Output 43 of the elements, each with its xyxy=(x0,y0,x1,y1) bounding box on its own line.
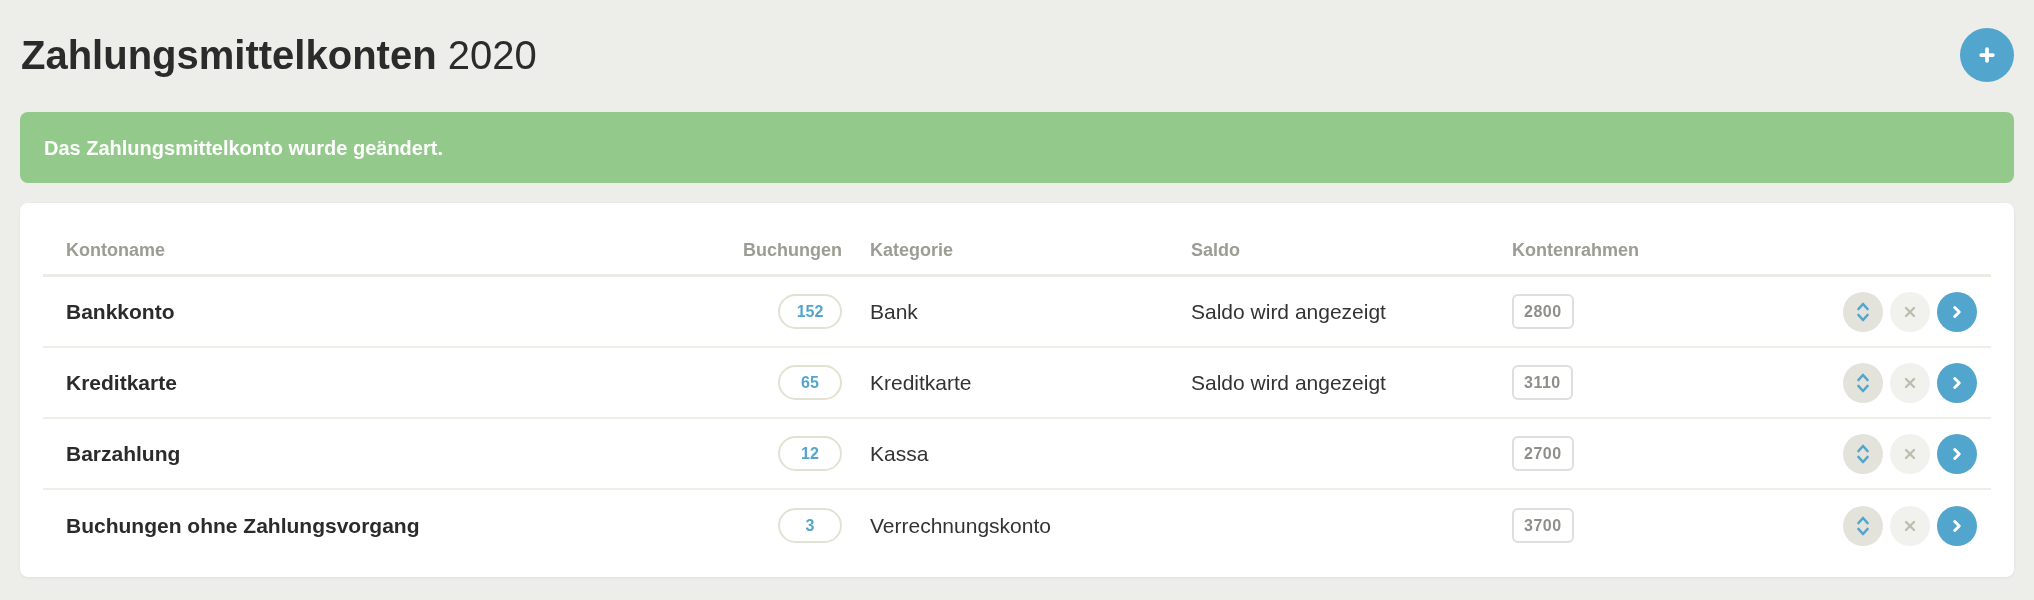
column-header: Kategorie xyxy=(870,240,954,260)
delete-button[interactable] xyxy=(1890,362,1930,403)
column-header: Buchungen xyxy=(743,240,842,260)
booking-count: 12 xyxy=(778,436,842,471)
category: Verrechnungskonto xyxy=(870,513,1051,537)
reorder-button[interactable] xyxy=(1843,433,1883,474)
page-title: Zahlungsmittelkonten 2020 xyxy=(20,32,537,79)
up-down-chevrons-icon xyxy=(1857,443,1869,464)
reorder-button[interactable] xyxy=(1843,291,1883,332)
column-header: Kontenrahmen xyxy=(1512,240,1639,260)
column-header: Kontoname xyxy=(66,240,165,260)
delete-button[interactable] xyxy=(1890,291,1930,332)
account-name: Buchungen ohne Zahlungsvorgang xyxy=(66,513,420,537)
success-alert: Das Zahlungsmittelkonto wurde geändert. xyxy=(20,112,2014,183)
balance-text: Saldo wird angezeigt xyxy=(1191,370,1386,394)
booking-count: 152 xyxy=(778,294,842,329)
account-name: Kreditkarte xyxy=(66,370,177,394)
add-button[interactable] xyxy=(1960,28,2014,82)
balance-text: Saldo wird angezeigt xyxy=(1191,299,1386,323)
up-down-chevrons-icon xyxy=(1857,301,1869,322)
open-button[interactable] xyxy=(1937,433,1977,474)
account-number: 3110 xyxy=(1512,365,1573,400)
plus-icon xyxy=(1977,45,1997,65)
category: Kassa xyxy=(870,441,929,465)
open-button[interactable] xyxy=(1937,505,1977,546)
category: Bank xyxy=(870,299,918,323)
up-down-chevrons-icon xyxy=(1857,515,1869,536)
delete-button[interactable] xyxy=(1890,505,1930,546)
open-button[interactable] xyxy=(1937,362,1977,403)
delete-button[interactable] xyxy=(1890,433,1930,474)
reorder-button[interactable] xyxy=(1843,505,1883,546)
account-number: 3700 xyxy=(1512,508,1574,543)
booking-count: 3 xyxy=(778,508,842,543)
account-name: Barzahlung xyxy=(66,441,181,465)
reorder-button[interactable] xyxy=(1843,362,1883,403)
account-name: Bankkonto xyxy=(66,299,175,323)
account-number: 2700 xyxy=(1512,436,1574,471)
account-number: 2800 xyxy=(1512,294,1574,329)
booking-count: 65 xyxy=(778,365,842,400)
category: Kreditkarte xyxy=(870,370,972,394)
open-button[interactable] xyxy=(1937,291,1977,332)
column-header: Saldo xyxy=(1191,240,1240,260)
up-down-chevrons-icon xyxy=(1857,372,1869,393)
